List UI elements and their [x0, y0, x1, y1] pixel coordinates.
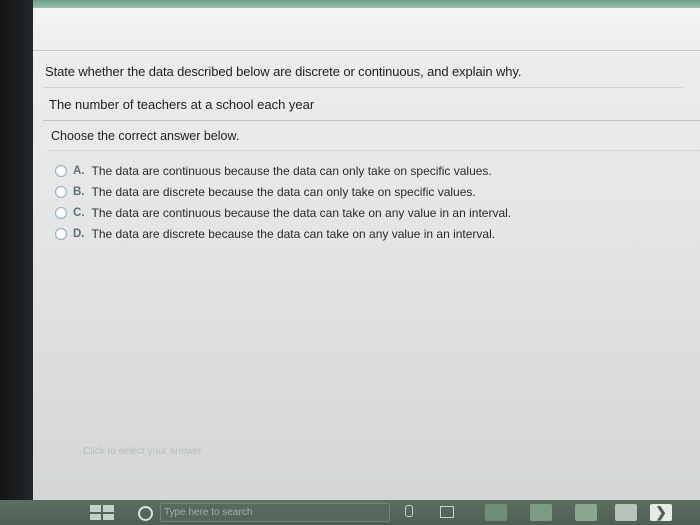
app-icon[interactable] — [485, 504, 507, 521]
option-a[interactable]: A. The data are continuous because the d… — [55, 160, 511, 181]
answer-options: A. The data are continuous because the d… — [55, 160, 511, 244]
divider — [49, 150, 700, 151]
option-text: The data are continuous because the data… — [91, 163, 492, 178]
taskbar-search-input[interactable] — [160, 503, 390, 522]
radio-button-icon[interactable] — [55, 206, 67, 219]
option-text: The data are continuous because the data… — [91, 205, 512, 220]
option-letter: B. — [73, 185, 85, 198]
divider — [43, 120, 700, 121]
screen: State whether the data described below a… — [33, 0, 700, 500]
option-b[interactable]: B. The data are discrete because the dat… — [55, 181, 511, 202]
taskbar: ❯ — [0, 500, 700, 525]
option-text: The data are discrete because the data c… — [91, 184, 476, 199]
question-prompt: The number of teachers at a school each … — [49, 97, 315, 112]
app-icon[interactable] — [575, 504, 597, 521]
search-icon[interactable] — [138, 506, 153, 521]
radio-button-icon[interactable] — [55, 185, 67, 198]
microphone-icon[interactable] — [405, 505, 413, 517]
radio-button-icon[interactable] — [55, 164, 67, 177]
app-icon[interactable]: ❯ — [650, 504, 672, 521]
option-letter: D. — [73, 227, 85, 240]
option-letter: A. — [73, 164, 85, 177]
option-c[interactable]: C. The data are continuous because the d… — [55, 202, 511, 223]
radio-button-icon[interactable] — [55, 227, 67, 240]
header-strip — [33, 8, 700, 51]
option-text: The data are discrete because the data c… — [91, 226, 496, 241]
question-text: State whether the data described below a… — [45, 64, 522, 79]
option-letter: C. — [73, 206, 85, 219]
monitor-frame: State whether the data described below a… — [0, 0, 700, 525]
divider — [43, 87, 683, 88]
answer-hint: Click to select your answer — [83, 446, 202, 457]
app-icon[interactable] — [615, 504, 637, 521]
windows-start-icon[interactable] — [90, 505, 114, 520]
instruction-text: Choose the correct answer below. — [51, 129, 240, 143]
option-d[interactable]: D. The data are discrete because the dat… — [55, 223, 511, 244]
app-icon[interactable] — [530, 504, 552, 521]
top-accent-bar — [33, 0, 700, 8]
task-view-icon[interactable] — [440, 506, 454, 518]
